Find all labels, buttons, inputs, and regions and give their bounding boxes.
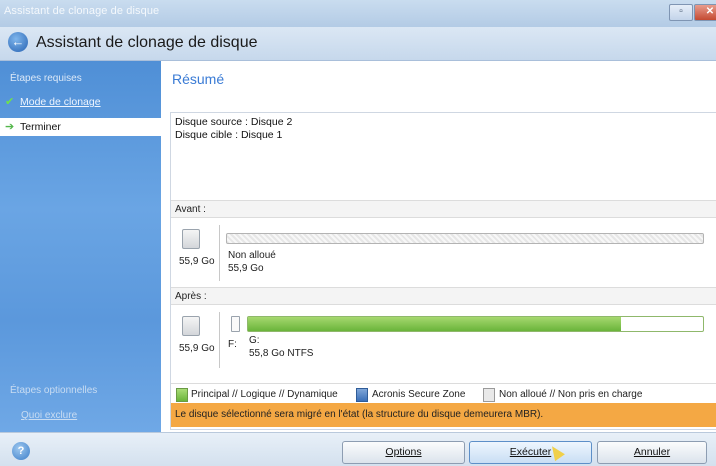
arrow-right-icon: ➔ <box>5 121 15 133</box>
disk-info: Disque source : Disque 2 Disque cible : … <box>175 116 292 142</box>
partition-info: 55,8 Go NTFS <box>249 348 314 359</box>
disk-size: 55,9 Go <box>179 343 215 354</box>
checkmark-icon: ✔ <box>5 96 15 108</box>
divider <box>219 312 220 368</box>
help-icon[interactable]: ? <box>12 442 30 460</box>
execute-label: Exécuter <box>509 446 552 458</box>
source-disk-text: Disque source : Disque 2 <box>175 116 293 128</box>
title-bar: Assistant de clonage de disque ▫ ✕ <box>0 0 716 27</box>
target-disk-text: Disque cible : Disque 1 <box>175 129 283 141</box>
small-partition-bar[interactable] <box>231 316 240 332</box>
options-label: Options <box>385 446 422 458</box>
close-button[interactable]: ✕ <box>694 4 716 21</box>
disk-layout-after: 55,9 Go F: G: 55,8 Go NTFS <box>171 308 716 372</box>
window-title: Assistant de clonage de disque <box>4 5 160 17</box>
cancel-label: Annuler <box>633 446 671 458</box>
ntfs-partition-bar[interactable] <box>247 316 704 332</box>
legend-unallocated: Non alloué // Non pris en charge <box>499 389 643 400</box>
disk-layout-before: 55,9 Go Non alloué 55,9 Go <box>171 221 716 285</box>
partition-label: Non alloué 55,9 Go <box>228 249 276 275</box>
execute-button[interactable]: Exécuter <box>469 441 592 464</box>
legend-primary: Principal // Logique // Dynamique <box>191 389 338 400</box>
sidebar-item-label[interactable]: Mode de clonage <box>20 93 101 111</box>
page-title: Résumé <box>172 71 225 87</box>
unallocated-swatch-icon <box>483 388 495 402</box>
summary-page: Résumé Disque source : Disque 2 Disque c… <box>163 61 716 432</box>
sidebar-item-finish[interactable]: ➔ Terminer <box>0 118 161 136</box>
primary-partition-swatch-icon <box>176 388 188 402</box>
sidebar-item-clone-mode[interactable]: ✔ Mode de clonage <box>0 93 161 111</box>
partition-letter-f: F: <box>228 339 237 350</box>
partition-legend: Principal // Logique // Dynamique Acroni… <box>171 383 716 404</box>
divider <box>219 225 220 281</box>
after-section-label: Après : <box>171 287 716 305</box>
hard-disk-icon <box>182 316 200 336</box>
partition-label: G: 55,8 Go NTFS <box>249 334 313 360</box>
wizard-footer: ? Options Exécuter Annuler <box>0 432 716 466</box>
steps-sidebar: Étapes requises ✔ Mode de clonage ➔ Term… <box>0 61 161 432</box>
partition-name: Non alloué <box>228 250 276 261</box>
acronis-secure-zone-swatch-icon <box>356 388 368 402</box>
sidebar-item-label: Terminer <box>20 121 61 133</box>
minimize-button[interactable]: ▫ <box>669 4 693 21</box>
cancel-button[interactable]: Annuler <box>597 441 707 464</box>
options-button[interactable]: Options <box>342 441 465 464</box>
wizard-title: Assistant de clonage de disque <box>36 34 258 51</box>
wizard-header: ← Assistant de clonage de disque <box>0 27 716 61</box>
partition-size: 55,9 Go <box>228 263 264 274</box>
unallocated-partition-bar[interactable] <box>226 233 704 244</box>
clone-disk-wizard-window: Assistant de clonage de disque ▫ ✕ ← Ass… <box>0 0 716 466</box>
before-section-label: Avant : <box>171 200 716 218</box>
migration-warning: Le disque sélectionné sera migré en l'ét… <box>171 403 716 427</box>
what-to-exclude-link[interactable]: Quoi exclure <box>21 410 77 421</box>
partition-letter: G: <box>249 335 260 346</box>
partition-used-fill <box>248 317 622 331</box>
optional-steps-label: Étapes optionnelles <box>10 385 98 396</box>
summary-panel: Disque source : Disque 2 Disque cible : … <box>170 112 716 430</box>
disk-size: 55,9 Go <box>179 256 215 267</box>
required-steps-label: Étapes requises <box>10 73 82 84</box>
back-arrow-icon[interactable]: ← <box>8 32 28 52</box>
legend-acronis: Acronis Secure Zone <box>372 389 466 400</box>
hard-disk-icon <box>182 229 200 249</box>
